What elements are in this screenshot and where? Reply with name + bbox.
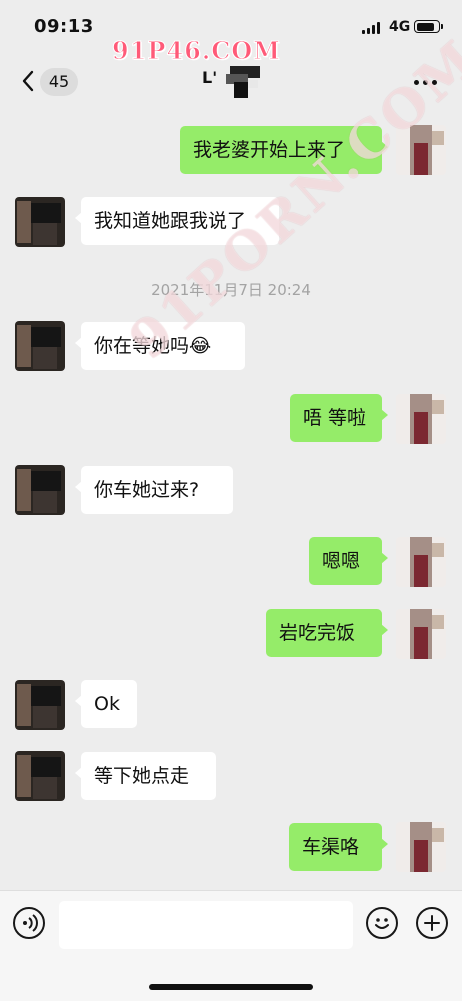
- my-avatar[interactable]: [396, 822, 446, 872]
- my-avatar[interactable]: [396, 394, 446, 444]
- emoji-icon[interactable]: [366, 907, 398, 939]
- my-avatar[interactable]: [396, 537, 446, 587]
- contact-avatar[interactable]: [15, 197, 65, 247]
- outgoing-bubble[interactable]: 车渠咯: [289, 823, 388, 871]
- status-time: 09:13: [34, 16, 94, 37]
- incoming-bubble[interactable]: 你在等她吗😂: [75, 322, 245, 370]
- incoming-bubble[interactable]: 我知道她跟我说了: [75, 197, 279, 245]
- outgoing-bubble[interactable]: 岩吃完饭: [266, 609, 388, 657]
- outgoing-bubble[interactable]: 唔 等啦: [290, 394, 388, 442]
- my-avatar[interactable]: [396, 125, 446, 175]
- ellipsis-icon[interactable]: [414, 78, 438, 86]
- signal-icon: [362, 22, 382, 34]
- plus-icon[interactable]: [416, 907, 448, 939]
- contact-avatar[interactable]: [15, 751, 65, 801]
- outgoing-bubble[interactable]: 我老婆开始上来了: [180, 126, 388, 174]
- incoming-bubble[interactable]: Ok: [75, 680, 137, 728]
- network-type: 4G: [389, 19, 411, 35]
- message-timestamp: 2021年11月7日 20:24: [151, 281, 311, 299]
- home-indicator[interactable]: [149, 984, 313, 990]
- title-mosaic: [226, 66, 260, 98]
- battery-icon: [414, 20, 443, 33]
- voice-icon[interactable]: [13, 907, 45, 939]
- contact-avatar[interactable]: [15, 321, 65, 371]
- chat-title[interactable]: L': [202, 68, 217, 87]
- outgoing-bubble[interactable]: 嗯嗯: [309, 537, 388, 585]
- contact-avatar[interactable]: [15, 680, 65, 730]
- message-input[interactable]: [59, 901, 353, 949]
- incoming-bubble[interactable]: 你车她过来?: [75, 466, 233, 514]
- my-avatar[interactable]: [396, 609, 446, 659]
- chevron-left-icon[interactable]: [16, 68, 42, 94]
- unread-badge[interactable]: 45: [40, 68, 78, 96]
- nav-bar: 45 L': [0, 56, 462, 108]
- incoming-bubble[interactable]: 等下她点走: [75, 752, 216, 800]
- contact-avatar[interactable]: [15, 465, 65, 515]
